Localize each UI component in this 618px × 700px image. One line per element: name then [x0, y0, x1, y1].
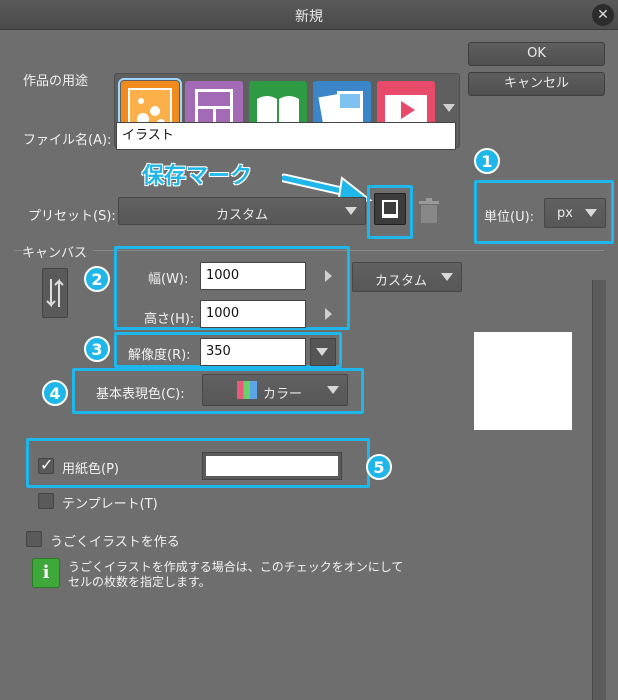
badge-4: 4 [42, 380, 68, 406]
checkmark-icon: ✓ [40, 455, 54, 474]
swap-arrows-icon [46, 278, 64, 308]
template-label: テンプレート(T) [62, 497, 158, 512]
info-text-line2: セルの枚数を指定します。 [68, 575, 211, 589]
badge-1: 1 [474, 148, 500, 174]
save-icon [382, 200, 398, 218]
chevron-down-icon [316, 348, 328, 356]
height-input[interactable]: 1000 [200, 300, 306, 328]
swap-dimensions-button[interactable] [42, 268, 68, 318]
canvas-preview [474, 332, 572, 430]
file-name-input[interactable]: イラスト [116, 122, 456, 150]
unit-label: 単位(U): [484, 210, 535, 225]
new-document-dialog: OK キャンセル 作品の用途 ファイル名(A): イラスト 保存マーク プリセッ… [0, 30, 618, 700]
badge-5: 5 [366, 454, 392, 480]
chevron-down-icon [327, 386, 339, 394]
color-mode-label: 基本表現色(C): [96, 387, 185, 402]
width-stepper-icon[interactable] [325, 270, 332, 282]
height-label: 高さ(H): [144, 312, 195, 327]
color-bars-icon [237, 381, 257, 399]
chevron-down-icon [585, 209, 597, 217]
preset-value: カスタム [215, 208, 268, 223]
size-preset-value: カスタム [375, 274, 428, 289]
badge-2: 2 [84, 266, 110, 292]
chevron-down-icon [441, 273, 453, 281]
preset-label: プリセット(S): [28, 209, 116, 224]
trash-icon [419, 198, 439, 223]
usage-label: 作品の用途 [23, 74, 89, 89]
paper-color-label: 用紙色(P) [62, 462, 119, 477]
animation-label: うごくイラストを作る [50, 535, 180, 550]
file-name-label: ファイル名(A): [23, 133, 112, 148]
usage-more-chevron-icon[interactable] [443, 104, 455, 112]
unit-dropdown[interactable]: px [544, 198, 606, 228]
color-mode-value: カラー [263, 387, 303, 402]
animation-checkbox[interactable] [26, 531, 42, 547]
badge-3: 3 [84, 336, 110, 362]
resolution-input[interactable]: 350 [200, 338, 306, 366]
close-button[interactable]: ✕ [592, 4, 614, 26]
info-icon: i [32, 558, 60, 588]
resolution-label: 解像度(R): [128, 348, 191, 363]
ok-button[interactable]: OK [468, 42, 605, 66]
canvas-section-label: キャンバス [22, 242, 94, 261]
save-preset-button[interactable] [374, 193, 406, 225]
unit-value: px [557, 206, 573, 221]
paper-color-fill [206, 456, 338, 476]
paper-color-swatch[interactable] [202, 452, 342, 480]
preset-dropdown[interactable]: カスタム [118, 197, 366, 225]
chevron-down-icon [345, 207, 357, 215]
resolution-dropdown-button[interactable] [310, 338, 336, 366]
size-preset-dropdown[interactable]: カスタム [352, 262, 462, 292]
title-bar: 新規 ✕ [0, 0, 618, 30]
vertical-scrollbar[interactable] [592, 280, 606, 700]
cancel-button[interactable]: キャンセル [468, 72, 605, 96]
save-mark-annotation: 保存マーク [142, 164, 253, 189]
height-stepper-icon[interactable] [325, 308, 332, 320]
close-icon: ✕ [597, 7, 609, 23]
template-checkbox[interactable] [38, 493, 54, 509]
paper-color-checkbox[interactable]: ✓ [38, 455, 54, 474]
delete-preset-button[interactable] [416, 197, 442, 225]
width-label: 幅(W): [148, 272, 189, 287]
color-mode-dropdown[interactable]: カラー [202, 374, 348, 406]
window-title: 新規 [295, 9, 323, 25]
width-input[interactable]: 1000 [200, 262, 306, 290]
